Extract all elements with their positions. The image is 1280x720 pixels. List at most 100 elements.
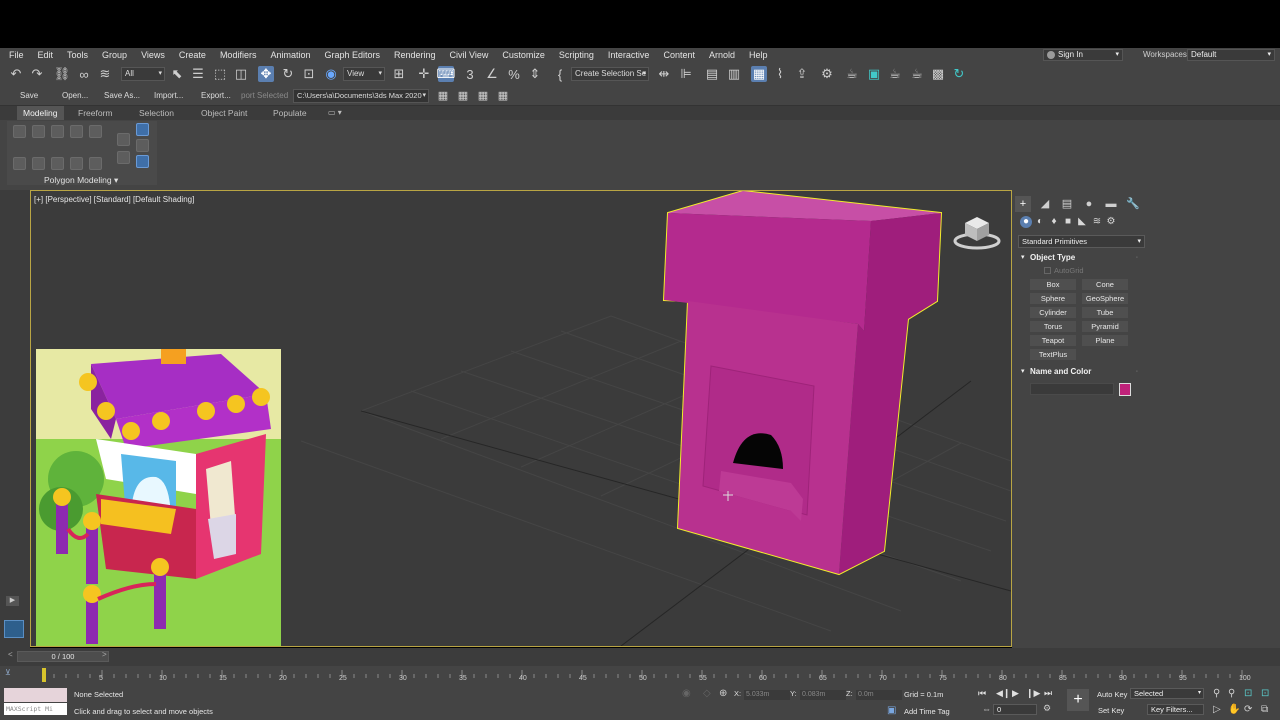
element-mode-icon[interactable] [89,125,102,138]
teapot-button[interactable]: Teapot [1030,335,1076,346]
project-open-icon[interactable]: ▦ [455,87,471,103]
display-tab-icon[interactable]: ▬ [1103,196,1119,212]
menu-edit[interactable]: Edit [31,48,61,62]
unlink-icon[interactable]: ∞ [76,66,92,82]
activeshade-icon[interactable]: ↻ [951,66,967,82]
render-iterative-icon[interactable]: ☕ [909,66,925,82]
add-time-tag-button[interactable]: Add Time Tag [904,707,950,716]
create-tab-icon[interactable]: + [1015,196,1031,212]
bind-space-warp-icon[interactable]: ≋ [97,66,113,82]
polygon-modeling-dropdown[interactable]: Polygon Modeling ▾ [44,175,118,186]
edit-poly-mode-icon[interactable] [136,123,149,136]
modify-mode-icon[interactable] [13,157,26,170]
y-coordinate-input[interactable]: 0.083m [800,690,846,700]
expand-arrow-icon[interactable]: ▶ [6,596,19,606]
menu-civil-view[interactable]: Civil View [443,48,496,62]
maxscript-listener-input[interactable]: MAXScript Mi [4,703,67,715]
systems-icon[interactable]: ⚙ [1105,216,1117,228]
geosphere-button[interactable]: GeoSphere [1082,293,1128,304]
export-button[interactable]: Export... [201,90,231,102]
rendered-frame-window-icon[interactable]: ▣ [866,66,882,82]
menu-file[interactable]: File [0,48,31,62]
auto-key-button[interactable]: Auto Key [1097,690,1127,699]
object-name-input[interactable] [1030,383,1114,395]
select-and-rotate-icon[interactable]: ↻ [280,66,296,82]
rectangular-selection-icon[interactable]: ⬚ [212,66,228,82]
project-new-icon[interactable]: ▦ [475,87,491,103]
toggle-command-mode-icon[interactable] [136,139,149,152]
time-forward-icon[interactable]: > [102,650,107,659]
menu-group[interactable]: Group [95,48,134,62]
mirror-icon[interactable]: ⇹ [656,66,672,82]
select-manipulate-icon[interactable]: ✛ [416,66,432,82]
torus-button[interactable]: Torus [1030,321,1076,332]
box-button[interactable]: Box [1030,279,1076,290]
kiosk-model[interactable] [662,191,943,576]
object-type-rollout[interactable]: ▾ Object Type ◦ [1019,252,1141,264]
project-settings-icon[interactable]: ▦ [495,87,511,103]
perspective-viewport[interactable]: [+] [Perspective] [Standard] [Default Sh… [30,190,1012,647]
tab-populate[interactable]: Populate [267,106,313,120]
menu-rendering[interactable]: Rendering [387,48,443,62]
helpers-icon[interactable]: ◣ [1076,216,1088,228]
zoom-all-icon[interactable]: ⚲ [1228,688,1235,699]
modify-tab-icon[interactable]: ◢ [1037,196,1053,212]
isolate-selection-icon[interactable]: ◉ [682,688,691,699]
menu-scripting[interactable]: Scripting [552,48,601,62]
textplus-button[interactable]: TextPlus [1030,349,1076,360]
tab-object-paint[interactable]: Object Paint [195,106,253,120]
window-crossing-icon[interactable]: ◫ [233,66,249,82]
curve-editor-icon[interactable]: ⌇ [772,66,788,82]
cone-button[interactable]: Cone [1082,279,1128,290]
project-icon[interactable]: ▦ [435,87,451,103]
object-category-select[interactable]: Standard Primitives ▾ [1018,235,1145,248]
selection-lock-icon[interactable]: ◇ [703,688,711,699]
render-setup-icon[interactable]: ☕ [844,66,860,82]
reference-coordinate-select[interactable]: View ▾ [343,67,385,81]
import-button[interactable]: Import... [154,90,183,102]
ribbon-options-icon[interactable]: ▭ ▾ [322,106,348,120]
undo-icon[interactable]: ↶ [8,66,24,82]
material-editor-icon[interactable]: ⚙ [819,66,835,82]
select-object-icon[interactable]: ⬉ [169,66,185,82]
tube-button[interactable]: Tube [1082,307,1128,318]
border-mode-icon[interactable] [51,125,64,138]
align-icon[interactable]: ⊫ [678,66,694,82]
link-icon[interactable]: ⛓ [54,66,71,82]
stack-up-icon[interactable] [117,151,130,164]
select-by-name-icon[interactable]: ☰ [190,66,206,82]
save-as-button[interactable]: Save As... [104,90,140,102]
lights-icon[interactable]: ♦ [1048,216,1060,228]
render-in-cloud-icon[interactable]: ▩ [930,66,946,82]
menu-animation[interactable]: Animation [263,48,317,62]
percent-snap-icon[interactable]: % [506,66,522,82]
hierarchy-tab-icon[interactable]: ▤ [1059,196,1075,212]
preserve-uvs-icon[interactable] [32,157,45,170]
shapes-icon[interactable]: ◐ [1034,216,1046,228]
x-coordinate-input[interactable]: 5.033m [744,690,790,700]
time-tag-icon[interactable]: ▣ [887,705,896,716]
pan-view-icon[interactable]: ✋ [1228,704,1240,715]
schematic-view-icon[interactable]: ⇪ [794,66,810,82]
open-button[interactable]: Open... [62,90,88,102]
polygon-mode-icon[interactable] [70,125,83,138]
maxscript-output[interactable] [4,688,67,702]
time-back-icon[interactable]: < [8,650,13,659]
select-and-move-icon[interactable]: ✥ [258,66,274,82]
name-and-color-rollout[interactable]: ▾ Name and Color ◦ [1019,366,1141,378]
sphere-button[interactable]: Sphere [1030,293,1076,304]
edit-named-selection-icon[interactable]: { [552,66,568,82]
menu-arnold[interactable]: Arnold [702,48,742,62]
menu-graph-editors[interactable]: Graph Editors [317,48,387,62]
previous-frame-icon[interactable]: ◀❙ [996,688,1010,699]
use-soft-selection-icon[interactable] [70,157,83,170]
scene-explorer-icon[interactable]: ▤ [704,66,720,82]
save-button[interactable]: Save [20,90,38,102]
layer-explorer-icon[interactable]: ▥ [726,66,742,82]
zoom-extents-all-icon[interactable]: ⊡ [1261,688,1269,699]
project-folder-field[interactable]: C:\Users\a\Documents\3ds Max 2020 ▾ [293,89,429,103]
tab-selection[interactable]: Selection [133,106,180,120]
vertex-mode-icon[interactable] [13,125,26,138]
field-of-view-icon[interactable]: ▷ [1213,704,1221,715]
z-coordinate-input[interactable]: 0.0m [856,690,902,700]
